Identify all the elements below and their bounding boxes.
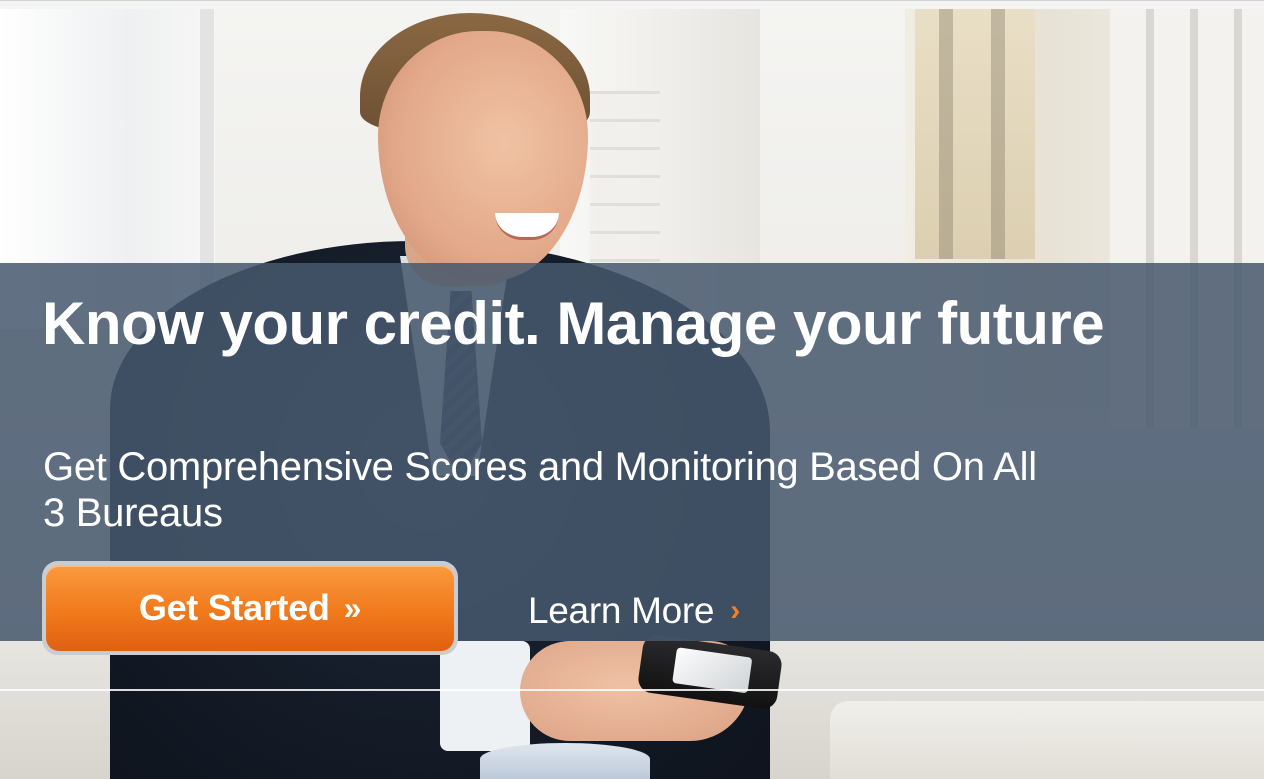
learn-more-label: Learn More <box>528 590 715 631</box>
background-building <box>915 9 1035 259</box>
hero-banner: Know your credit. Manage your future Get… <box>0 0 1264 779</box>
bottom-divider <box>0 689 1264 691</box>
learn-more-link[interactable]: Learn More › <box>528 589 740 633</box>
chevron-right-icon: › <box>730 594 740 627</box>
person-cuff <box>440 641 530 751</box>
background-sofa <box>830 701 1264 779</box>
hero-headline: Know your credit. Manage your future <box>42 290 1105 357</box>
hero-subheadline: Get Comprehensive Scores and Monitoring … <box>43 445 1037 535</box>
get-started-button[interactable]: Get Started » <box>46 565 454 651</box>
get-started-label: Get Started <box>138 587 330 628</box>
background-window-panes <box>590 91 660 271</box>
get-started-button-frame: Get Started » <box>42 561 458 655</box>
person-face <box>378 31 588 281</box>
double-chevron-right-icon: » <box>343 589 362 626</box>
coffee-mug-image <box>480 743 650 779</box>
